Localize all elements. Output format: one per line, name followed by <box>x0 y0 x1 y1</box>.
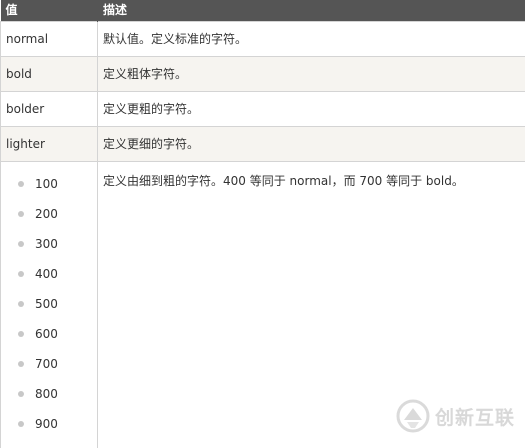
list-item: 200 <box>6 206 92 236</box>
value-cell: lighter <box>0 126 98 162</box>
list-item: 400 <box>6 266 92 296</box>
weight-value: 100 <box>35 177 58 191</box>
weight-value: 200 <box>35 207 58 221</box>
weight-value: 500 <box>35 297 58 311</box>
table-row: lighter 定义更细的字符。 <box>0 126 525 162</box>
bullet-icon <box>18 301 24 307</box>
description-cell: 定义更细的字符。 <box>97 126 525 162</box>
list-item: 300 <box>6 236 92 266</box>
bullet-icon <box>18 331 24 337</box>
font-weight-values-table: 值 描述 normal 默认值。定义标准的字符。 bold 定义粗体字符。 bo… <box>0 0 525 448</box>
bullet-icon <box>18 361 24 367</box>
bullet-icon <box>18 391 24 397</box>
weight-value: 600 <box>35 327 58 341</box>
value-cell: normal <box>0 21 98 57</box>
bullet-icon <box>18 211 24 217</box>
header-row: 值 描述 <box>0 0 525 22</box>
header-value: 值 <box>0 0 98 22</box>
table-row: bold 定义粗体字符。 <box>0 56 525 92</box>
bullet-icon <box>18 421 24 427</box>
description-cell: 定义粗体字符。 <box>97 56 525 92</box>
weight-value: 700 <box>35 357 58 371</box>
header-description: 描述 <box>97 0 525 22</box>
weight-value-list: 100 200 300 400 500 600 700 800 900 <box>6 162 92 446</box>
table-header: 值 描述 <box>0 0 525 22</box>
watermark: 创新互联 <box>395 398 515 434</box>
watermark-text: 创新互联 <box>434 406 515 429</box>
bullet-icon <box>18 271 24 277</box>
table-row: normal 默认值。定义标准的字符。 <box>0 21 525 57</box>
bullet-icon <box>18 241 24 247</box>
value-cell: bold <box>0 56 98 92</box>
description-cell: 定义更粗的字符。 <box>97 91 525 127</box>
list-item: 800 <box>6 386 92 416</box>
list-item: 900 <box>6 416 92 446</box>
weight-value: 400 <box>35 267 58 281</box>
value-cell: 100 200 300 400 500 600 700 800 900 <box>0 161 98 448</box>
table-row: bolder 定义更粗的字符。 <box>0 91 525 127</box>
list-item: 500 <box>6 296 92 326</box>
brand-logo-icon <box>396 399 430 433</box>
list-item: 700 <box>6 356 92 386</box>
value-cell: bolder <box>0 91 98 127</box>
list-item: 100 <box>6 176 92 206</box>
description-cell: 默认值。定义标准的字符。 <box>97 21 525 57</box>
weight-value: 900 <box>35 417 58 431</box>
weight-value: 800 <box>35 387 58 401</box>
weight-value: 300 <box>35 237 58 251</box>
list-item: 600 <box>6 326 92 356</box>
bullet-icon <box>18 181 24 187</box>
